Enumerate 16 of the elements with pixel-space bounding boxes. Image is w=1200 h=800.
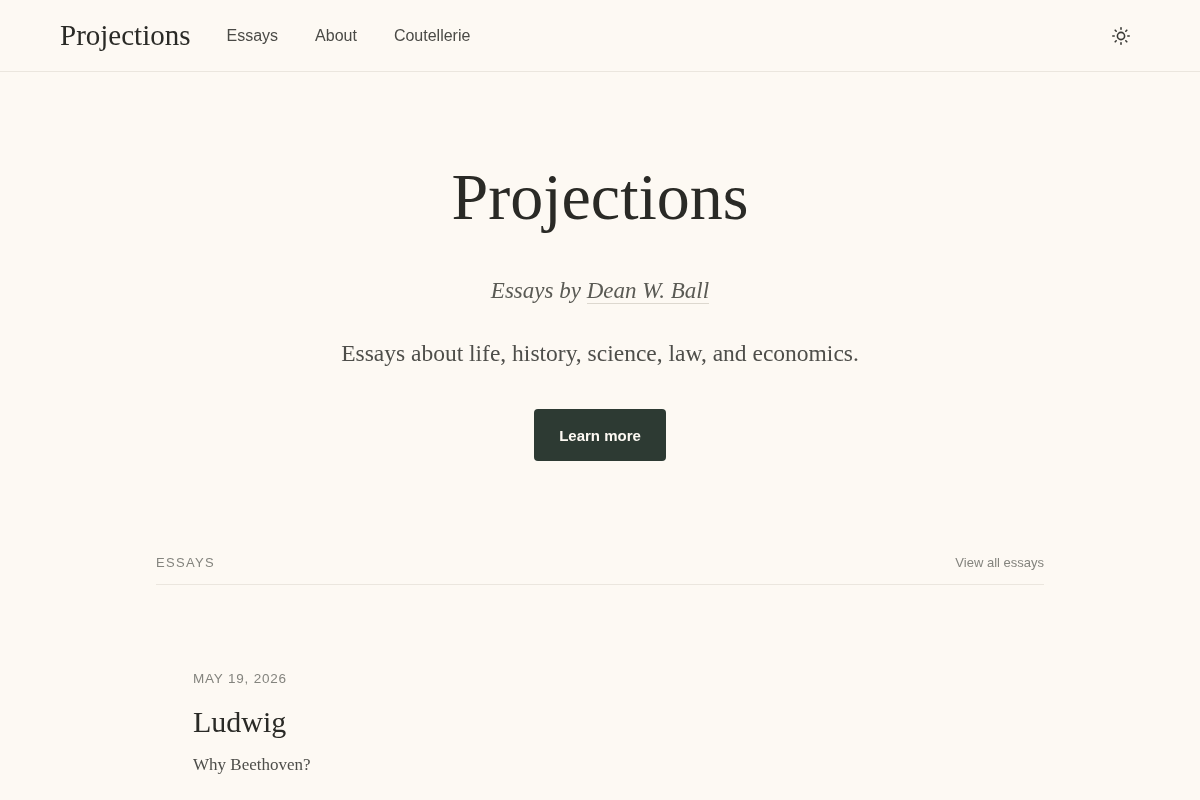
tagline: Essays about life, history, science, law, and economics. xyxy=(341,339,859,368)
nav-link[interactable]: About xyxy=(315,26,357,45)
author-link[interactable]: Dean W. Ball xyxy=(586,278,710,304)
essay-summary: Why Beethoven? xyxy=(193,755,311,775)
nav-link[interactable]: Essays xyxy=(226,26,279,45)
byline: Essays by Dean W. Ball xyxy=(490,277,710,306)
essay-title-link[interactable]: Ludwig xyxy=(193,704,287,740)
learn-more-button[interactable]: Learn more xyxy=(534,409,666,461)
section-heading: ESSAYS xyxy=(156,555,215,570)
nav-link[interactable]: Coutellerie xyxy=(393,26,471,45)
theme-toggle-button[interactable] xyxy=(1112,26,1130,45)
site-logo[interactable]: Projections xyxy=(60,19,191,52)
essay-date: MAY 19, 2026 xyxy=(193,671,287,686)
sun-icon xyxy=(1112,26,1130,45)
view-all-link[interactable]: View all essays xyxy=(955,555,1044,570)
hero-title: Projections xyxy=(451,159,749,235)
